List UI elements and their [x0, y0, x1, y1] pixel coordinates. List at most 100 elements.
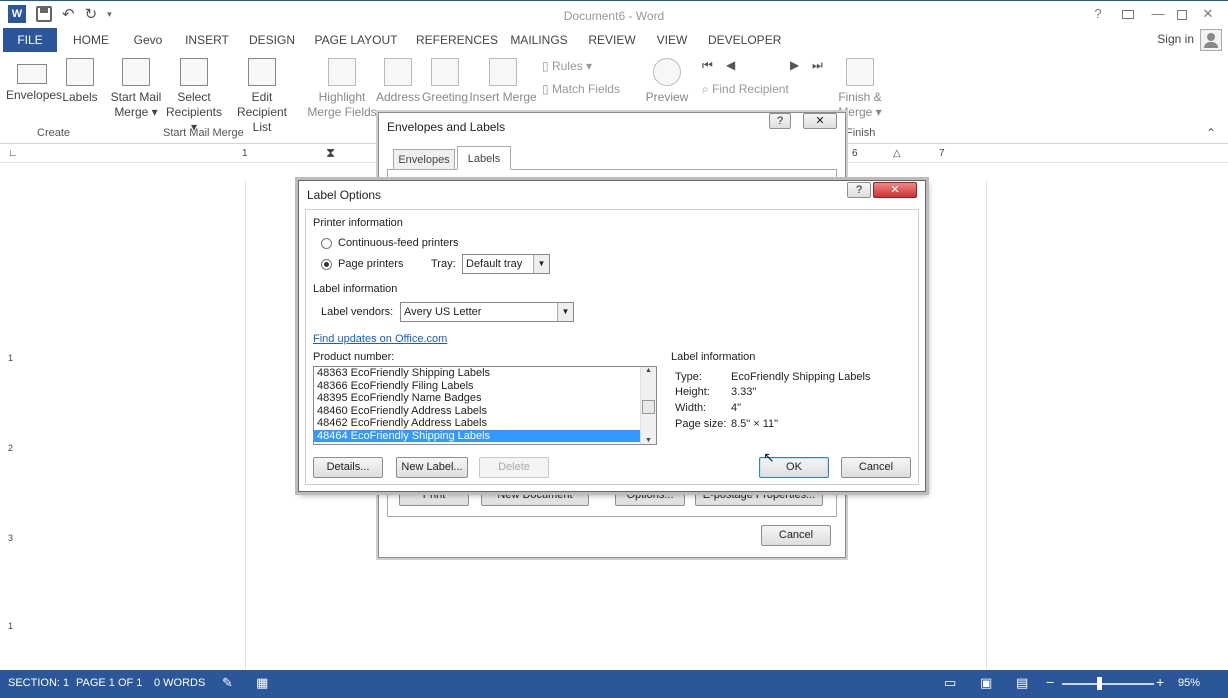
right-indent-icon[interactable]: △: [893, 148, 901, 159]
address-block-button[interactable]: Address: [376, 58, 420, 105]
edit-recipient-list-button[interactable]: Edit Recipient List: [226, 58, 298, 135]
page-printers-radio[interactable]: [321, 259, 332, 270]
tab-design[interactable]: DESIGN: [248, 28, 296, 52]
find-icon: ⌕: [702, 82, 713, 96]
list-item[interactable]: 48366 EcoFriendly Filing Labels: [314, 380, 640, 393]
close-icon[interactable]: ✕: [1198, 6, 1218, 24]
insert-merge-field-button[interactable]: Insert Merge: [468, 58, 538, 105]
read-mode-icon[interactable]: ▭: [944, 675, 956, 691]
match-fields-button[interactable]: ▯ Match Fields: [542, 82, 620, 96]
tab-labels[interactable]: Labels: [457, 146, 511, 170]
collapse-ribbon-icon[interactable]: ⌃: [1206, 126, 1216, 140]
help-button[interactable]: ?: [769, 113, 791, 129]
last-record-icon[interactable]: ⏭: [812, 58, 823, 73]
tray-select[interactable]: Default tray ▼: [462, 254, 550, 274]
delete-button[interactable]: Delete: [479, 457, 549, 478]
group-finish: Finish: [846, 127, 876, 139]
edit-list-icon: [248, 58, 276, 86]
list-item[interactable]: 48464 EcoFriendly Shipping Labels: [314, 429, 640, 442]
select-recipients-button[interactable]: Select Recipients ▾: [164, 58, 224, 135]
new-label-button[interactable]: New Label...: [396, 457, 468, 478]
dialog-title: Envelopes and Labels: [387, 120, 506, 134]
restore-icon[interactable]: [1172, 6, 1192, 24]
tab-developer[interactable]: DEVELOPER: [708, 28, 781, 52]
product-number-list[interactable]: 48363 EcoFriendly Shipping Labels 48366 E…: [313, 366, 657, 445]
tab-references[interactable]: REFERENCES: [416, 28, 498, 52]
highlight-merge-fields-button[interactable]: Highlight Merge Fields: [306, 58, 378, 120]
greeting-line-icon: [431, 58, 459, 86]
zoom-out-button[interactable]: −: [1046, 674, 1054, 690]
word-count[interactable]: 0 WORDS: [154, 677, 205, 689]
greeting-line-button[interactable]: Greeting: [422, 58, 468, 105]
cancel-button[interactable]: Cancel: [761, 525, 831, 546]
tab-envelopes[interactable]: Envelopes: [393, 149, 455, 169]
find-updates-link[interactable]: Find updates on Office.com: [313, 333, 447, 345]
continuous-feed-label[interactable]: Continuous-feed printers: [338, 237, 458, 249]
zoom-slider[interactable]: [1062, 683, 1154, 685]
list-item[interactable]: 48395 EcoFriendly Name Badges: [314, 392, 640, 405]
tab-page-layout[interactable]: PAGE LAYOUT: [314, 28, 398, 52]
list-item[interactable]: 48460 EcoFriendly Address Labels: [314, 405, 640, 418]
sign-in-link[interactable]: Sign in: [1157, 32, 1194, 46]
tab-review[interactable]: REVIEW: [588, 28, 636, 52]
tab-home[interactable]: HOME: [70, 28, 112, 52]
minimize-icon[interactable]: —: [1148, 6, 1168, 24]
page-size-value: 8.5" × 11": [731, 418, 779, 430]
web-layout-icon[interactable]: ▤: [1016, 675, 1028, 691]
envelopes-button[interactable]: Envelopes: [6, 58, 62, 103]
next-record-icon[interactable]: ▶: [790, 58, 799, 72]
scroll-down-icon[interactable]: ▼: [641, 437, 656, 444]
preview-results-button[interactable]: Preview: [642, 58, 692, 105]
avatar[interactable]: [1200, 29, 1222, 51]
find-recipient-button[interactable]: ⌕ Find Recipient: [702, 82, 789, 97]
list-item[interactable]: 48363 EcoFriendly Shipping Labels: [314, 367, 640, 380]
scroll-thumb[interactable]: [642, 400, 655, 414]
label-vendors-select[interactable]: Avery US Letter ▼: [400, 302, 574, 322]
finish-merge-icon: [846, 58, 874, 86]
status-bar: SECTION: 1 PAGE 1 OF 1 0 WORDS ✎ ▦ ▭ ▣ ▤…: [0, 670, 1228, 698]
chevron-down-icon: ▼: [557, 303, 573, 321]
print-layout-icon[interactable]: ▣: [980, 675, 992, 691]
tab-gevo[interactable]: Gevo: [130, 28, 166, 52]
details-button[interactable]: Details...: [313, 457, 383, 478]
continuous-feed-radio[interactable]: [321, 238, 332, 249]
tab-view[interactable]: VIEW: [654, 28, 690, 52]
ribbon-display-icon[interactable]: [1118, 6, 1138, 24]
vertical-ruler: 1 2 3 1: [0, 163, 22, 670]
help-button[interactable]: ?: [847, 182, 871, 198]
tab-insert[interactable]: INSERT: [184, 28, 230, 52]
group-start-mail-merge: Start Mail Merge: [163, 127, 244, 139]
rules-icon: ▯: [542, 59, 552, 73]
zoom-level[interactable]: 95%: [1178, 677, 1200, 689]
tab-mailings[interactable]: MAILINGS: [508, 28, 570, 52]
zoom-in-button[interactable]: +: [1156, 674, 1164, 690]
start-mail-merge-button[interactable]: Start Mail Merge ▾: [108, 58, 164, 120]
section-indicator[interactable]: SECTION: 1: [8, 677, 69, 689]
close-button[interactable]: ✕: [873, 182, 917, 198]
finish-merge-button[interactable]: Finish & Merge ▾: [836, 58, 884, 120]
rules-button[interactable]: ▯ Rules ▾: [542, 59, 592, 73]
cancel-button[interactable]: Cancel: [841, 457, 911, 478]
proofing-icon[interactable]: ✎: [222, 675, 233, 691]
close-button[interactable]: ✕: [803, 113, 837, 129]
type-label: Type:: [675, 371, 702, 383]
group-create: Create: [37, 127, 71, 139]
envelope-icon: [17, 64, 47, 84]
help-icon[interactable]: ?: [1088, 6, 1108, 24]
page-printers-label[interactable]: Page printers: [338, 258, 403, 270]
previous-record-icon[interactable]: ◀: [726, 58, 735, 72]
page-size-label: Page size:: [675, 418, 727, 430]
page-indicator[interactable]: PAGE 1 OF 1: [76, 677, 142, 689]
indent-marker-icon[interactable]: ⧗: [326, 145, 335, 161]
labels-button[interactable]: Labels: [62, 58, 98, 105]
scroll-up-icon[interactable]: ▲: [641, 367, 656, 374]
macro-record-icon[interactable]: ▦: [256, 675, 268, 691]
tab-selector-icon[interactable]: ∟: [8, 148, 18, 159]
insert-merge-icon: [489, 58, 517, 86]
first-record-icon[interactable]: ⏮: [702, 58, 713, 73]
list-scrollbar[interactable]: ▲ ▼: [640, 367, 656, 444]
zoom-slider-thumb[interactable]: [1097, 677, 1102, 690]
tab-file[interactable]: FILE: [3, 28, 57, 52]
list-item[interactable]: 48462 EcoFriendly Address Labels: [314, 417, 640, 430]
product-number-label: Product number:: [313, 351, 395, 363]
